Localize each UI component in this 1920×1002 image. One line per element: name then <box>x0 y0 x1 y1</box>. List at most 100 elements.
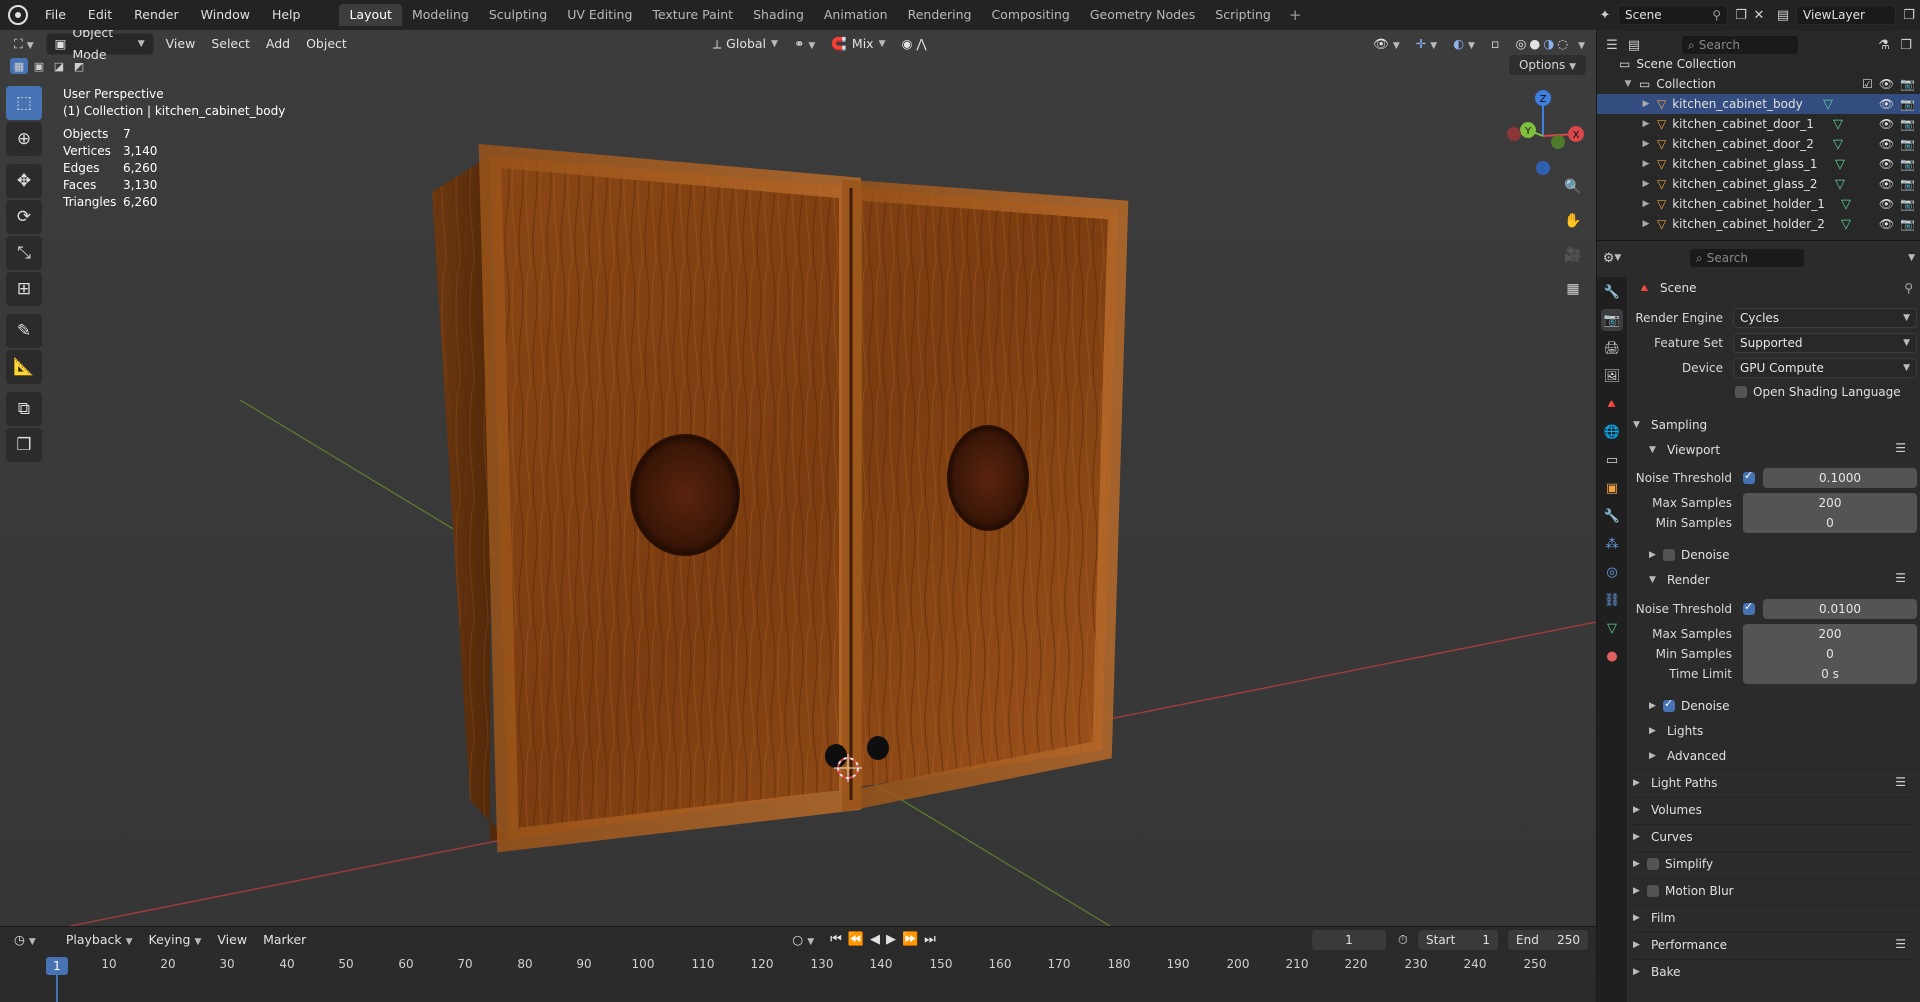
timeline-editor-icon[interactable]: ◷ ▼ <box>6 929 44 951</box>
current-frame-field[interactable]: 1 <box>1312 930 1386 950</box>
render-noise-threshold-field[interactable]: 0.0100 <box>1763 599 1917 619</box>
mesh-data-icon[interactable]: ▽ <box>1833 137 1843 152</box>
collection-row[interactable]: ▼ ▭ Collection ☑ 👁 📷 <box>1597 74 1920 94</box>
outliner-object-row[interactable]: ▶ ▽ kitchen_cabinet_door_2 ▽ 👁 📷 <box>1597 134 1920 154</box>
camera-icon[interactable]: 📷 <box>1900 137 1915 151</box>
render-max-samples-field[interactable]: 200 <box>1743 624 1917 644</box>
bake-panel-header[interactable]: ▶ Bake <box>1633 960 1913 984</box>
particles-tab-icon[interactable]: ⁂ <box>1601 533 1623 555</box>
physics-tab-icon[interactable]: ◎ <box>1601 561 1623 583</box>
osl-checkbox[interactable] <box>1735 386 1747 398</box>
viewport-menu-add[interactable]: Add <box>258 33 298 55</box>
outliner-object-row[interactable]: ▶ ▽ kitchen_cabinet_holder_1 ▽ 👁 📷 <box>1597 194 1920 214</box>
collection-checkbox[interactable]: ☑ <box>1862 77 1873 91</box>
preview-range-icon[interactable]: ⏱ <box>1390 929 1416 951</box>
eye-icon[interactable]: 👁 <box>1879 77 1894 91</box>
transform-tool-icon[interactable]: ⊞ <box>6 272 42 306</box>
viewport-menu-view[interactable]: View <box>158 33 204 55</box>
ortho-grid-icon[interactable]: ▦ <box>1560 276 1586 302</box>
viewport-min-samples-field[interactable]: 0 <box>1743 513 1917 533</box>
viewport-max-samples-field[interactable]: 200 <box>1743 493 1917 513</box>
outliner-search-input[interactable]: ⌕ Search <box>1681 35 1799 55</box>
collection-tab-icon[interactable]: ▭ <box>1601 449 1623 471</box>
transform-orientation-dropdown[interactable]: ⟂ Global ▼ <box>705 33 786 55</box>
chevron-down-icon[interactable]: ▼ <box>1908 253 1915 263</box>
modifier-tab-icon[interactable]: 🔧 <box>1601 505 1623 527</box>
view-layer-field[interactable]: ViewLayer <box>1796 5 1896 25</box>
select-intersect-icon[interactable]: ◩ <box>70 58 88 74</box>
mesh-data-icon[interactable]: ▽ <box>1833 117 1843 132</box>
camera-icon[interactable]: 📷 <box>1900 157 1915 171</box>
editor-type-icon[interactable]: ⛶ ▼ <box>6 33 42 55</box>
chevron-right-icon[interactable]: ▶ <box>1639 119 1653 129</box>
advanced-subpanel-header[interactable]: ▶ Advanced <box>1649 744 1920 768</box>
mesh-data-icon[interactable]: ▽ <box>1841 217 1851 232</box>
playhead[interactable]: 1 <box>46 957 68 975</box>
mode-dropdown[interactable]: ▣ Object Mode ▼ <box>45 30 154 62</box>
timeline-menu-playback[interactable]: Playback ▼ <box>58 929 141 951</box>
mesh-data-icon[interactable]: ▽ <box>1835 177 1845 192</box>
outliner-object-row[interactable]: ▶ ▽ kitchen_cabinet_glass_1 ▽ 👁 📷 <box>1597 154 1920 174</box>
xray-icon[interactable]: ▫ <box>1483 33 1507 55</box>
material-tab-icon[interactable]: ● <box>1601 645 1623 667</box>
constraints-tab-icon[interactable]: ⛓ <box>1601 589 1623 611</box>
blender-logo-icon[interactable] <box>8 5 28 25</box>
view-layer-icon[interactable]: ▤ <box>1774 6 1792 24</box>
annotate-tool-icon[interactable]: ✎ <box>6 314 42 348</box>
preset-list-icon[interactable]: ☰ <box>1895 441 1906 455</box>
render-min-samples-field[interactable]: 0 <box>1743 644 1917 664</box>
motion-blur-checkbox[interactable] <box>1647 885 1659 897</box>
eye-icon[interactable]: 👁 <box>1879 117 1894 131</box>
camera-icon[interactable]: 📷 <box>1900 97 1915 111</box>
camera-icon[interactable]: 📷 <box>1900 177 1915 191</box>
outliner-object-row[interactable]: ▶ ▽ kitchen_cabinet_door_1 ▽ 👁 📷 <box>1597 114 1920 134</box>
measure-tool-icon[interactable]: 📐 <box>6 350 42 384</box>
menu-window[interactable]: Window <box>190 0 261 30</box>
mesh-data-icon[interactable]: ▽ <box>1841 197 1851 212</box>
new-view-layer-icon[interactable]: ❐ <box>1900 6 1918 24</box>
tab-modeling[interactable]: Modeling <box>402 4 479 26</box>
osl-row[interactable]: Open Shading Language <box>1627 381 1920 403</box>
add-primitive-tool-icon[interactable]: ❒ <box>6 428 42 462</box>
pan-hand-icon[interactable]: ✋ <box>1560 208 1586 234</box>
camera-icon[interactable]: 📷 <box>1900 117 1915 131</box>
chevron-right-icon[interactable]: ▶ <box>1639 159 1653 169</box>
film-panel-header[interactable]: ▶ Film <box>1633 906 1913 930</box>
preset-list-icon[interactable]: ☰ <box>1895 775 1906 789</box>
tab-shading[interactable]: Shading <box>743 4 814 26</box>
menu-render[interactable]: Render <box>123 0 190 30</box>
tab-scripting[interactable]: Scripting <box>1205 4 1281 26</box>
eye-icon[interactable]: 👁 <box>1879 177 1894 191</box>
sampling-panel-header[interactable]: ▼ Sampling <box>1633 413 1913 437</box>
chevron-down-icon[interactable]: ▼ <box>1621 79 1635 89</box>
timeline-menu-marker[interactable]: Marker <box>255 929 314 951</box>
display-mode-icon[interactable]: ▤ <box>1625 36 1643 54</box>
object-tab-icon[interactable]: ▣ <box>1601 477 1623 499</box>
timeline-menu-keying[interactable]: Keying ▼ <box>141 929 210 951</box>
scene-name-field[interactable]: Scene ⚲ <box>1618 5 1728 25</box>
properties-editor-icon[interactable]: ⚙ ▼ <box>1603 249 1622 267</box>
lights-subpanel-header[interactable]: ▶ Lights <box>1649 719 1920 743</box>
scale-tool-icon[interactable]: ⤡ <box>6 236 42 270</box>
feature-set-dropdown[interactable]: Supported ▼ <box>1733 333 1917 353</box>
end-frame-field[interactable]: End 250 <box>1508 930 1588 950</box>
world-tab-icon[interactable]: 🌐 <box>1601 421 1623 443</box>
pivot-point-icon[interactable]: ⚭ ▼ <box>786 33 823 55</box>
menu-file[interactable]: File <box>34 0 77 30</box>
render-noise-checkbox[interactable] <box>1743 600 1755 615</box>
move-tool-icon[interactable]: ✥ <box>6 164 42 198</box>
viewport-menu-select[interactable]: Select <box>203 33 258 55</box>
pin-icon[interactable]: ⚲ <box>1904 281 1913 295</box>
camera-icon[interactable]: 📷 <box>1900 77 1915 91</box>
tab-compositing[interactable]: Compositing <box>981 4 1079 26</box>
chevron-right-icon[interactable]: ▶ <box>1639 99 1653 109</box>
motion-blur-panel-header[interactable]: ▶ Motion Blur <box>1633 879 1913 903</box>
timeline-menu-view[interactable]: View <box>209 929 255 951</box>
simplify-panel-header[interactable]: ▶ Simplify <box>1633 852 1913 876</box>
filter-icon[interactable]: ⚗ <box>1875 36 1893 54</box>
chevron-right-icon[interactable]: ▶ <box>1639 139 1653 149</box>
timeline-ruler[interactable]: 10 20 30 40 50 60 70 80 90 100 110 120 1… <box>0 953 1596 975</box>
outliner-object-row[interactable]: ▶ ▽ kitchen_cabinet_holder_2 ▽ 👁 📷 <box>1597 214 1920 234</box>
mesh-data-icon[interactable]: ▽ <box>1823 97 1833 112</box>
outliner-object-row[interactable]: ▶ ▽ kitchen_cabinet_glass_2 ▽ 👁 📷 <box>1597 174 1920 194</box>
